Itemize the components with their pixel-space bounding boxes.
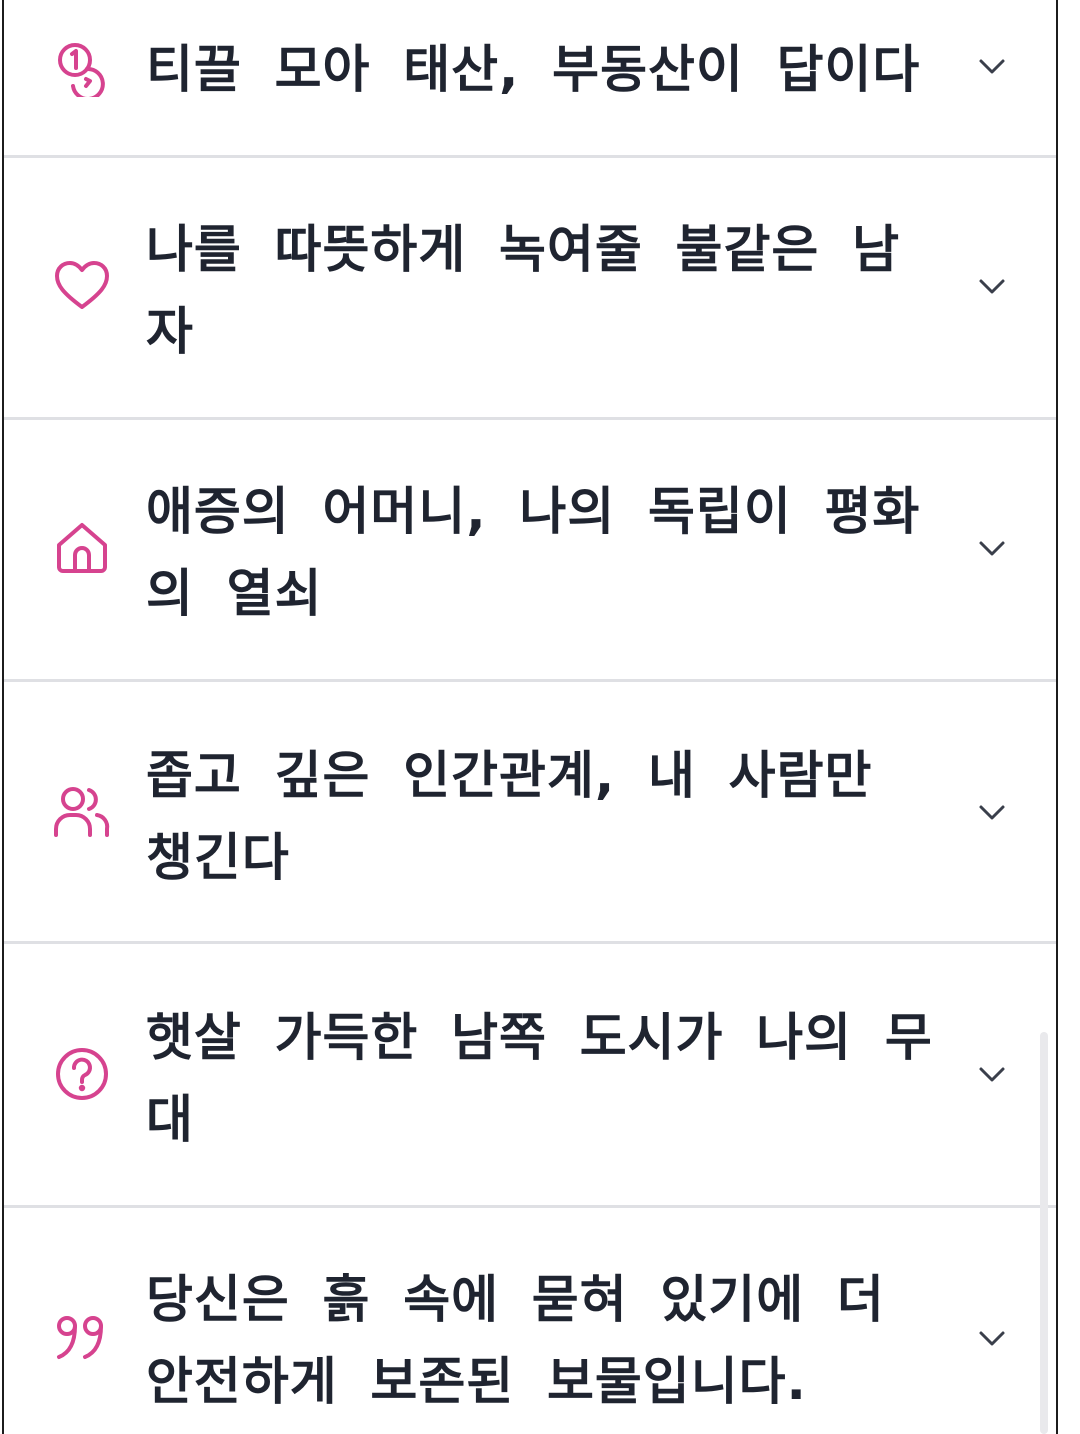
home-icon xyxy=(52,518,112,578)
accordion-label: 애증의 어머니, 나의 독립이 평화의 열쇠 xyxy=(146,483,921,624)
quote-icon xyxy=(52,1308,112,1368)
accordion-item-wealth[interactable]: 티끌 모아 태산, 부동산이 답이다 xyxy=(4,0,1056,158)
chevron-down-icon[interactable] xyxy=(974,268,1010,304)
scrollbar[interactable] xyxy=(1040,1032,1048,1434)
accordion-item-treasure[interactable]: 당신은 흙 속에 묻혀 있기에 더 안전하게 보존된 보물입니다. xyxy=(4,1208,1056,1434)
chevron-down-icon[interactable] xyxy=(974,530,1010,566)
coins-icon xyxy=(52,38,112,98)
chevron-down-icon[interactable] xyxy=(974,794,1010,830)
accordion-label: 당신은 흙 속에 묻혀 있기에 더 안전하게 보존된 보물입니다. xyxy=(146,1271,885,1412)
heart-icon xyxy=(52,256,112,316)
accordion-item-relationships[interactable]: 좁고 깊은 인간관계, 내 사람만 챙긴다 xyxy=(4,682,1056,944)
question-circle-icon xyxy=(52,1044,112,1104)
accordion-item-family[interactable]: 애증의 어머니, 나의 독립이 평화의 열쇠 xyxy=(4,420,1056,682)
accordion-list: 티끌 모아 태산, 부동산이 답이다 나를 따뜻하게 녹여줄 불같은 남자 애증… xyxy=(2,0,1058,1434)
accordion-label: 좁고 깊은 인간관계, 내 사람만 챙긴다 xyxy=(146,747,873,888)
users-icon xyxy=(52,782,112,842)
chevron-down-icon[interactable] xyxy=(974,1320,1010,1356)
chevron-down-icon[interactable] xyxy=(974,48,1010,84)
accordion-label: 나를 따뜻하게 녹여줄 불같은 남자 xyxy=(146,221,900,362)
accordion-label: 햇살 가득한 남쪽 도시가 나의 무대 xyxy=(146,1009,933,1150)
accordion-item-love[interactable]: 나를 따뜻하게 녹여줄 불같은 남자 xyxy=(4,158,1056,420)
accordion-item-city[interactable]: 햇살 가득한 남쪽 도시가 나의 무대 xyxy=(4,944,1056,1208)
chevron-down-icon[interactable] xyxy=(974,1056,1010,1092)
accordion-label: 티끌 모아 태산, 부동산이 답이다 xyxy=(146,41,921,100)
